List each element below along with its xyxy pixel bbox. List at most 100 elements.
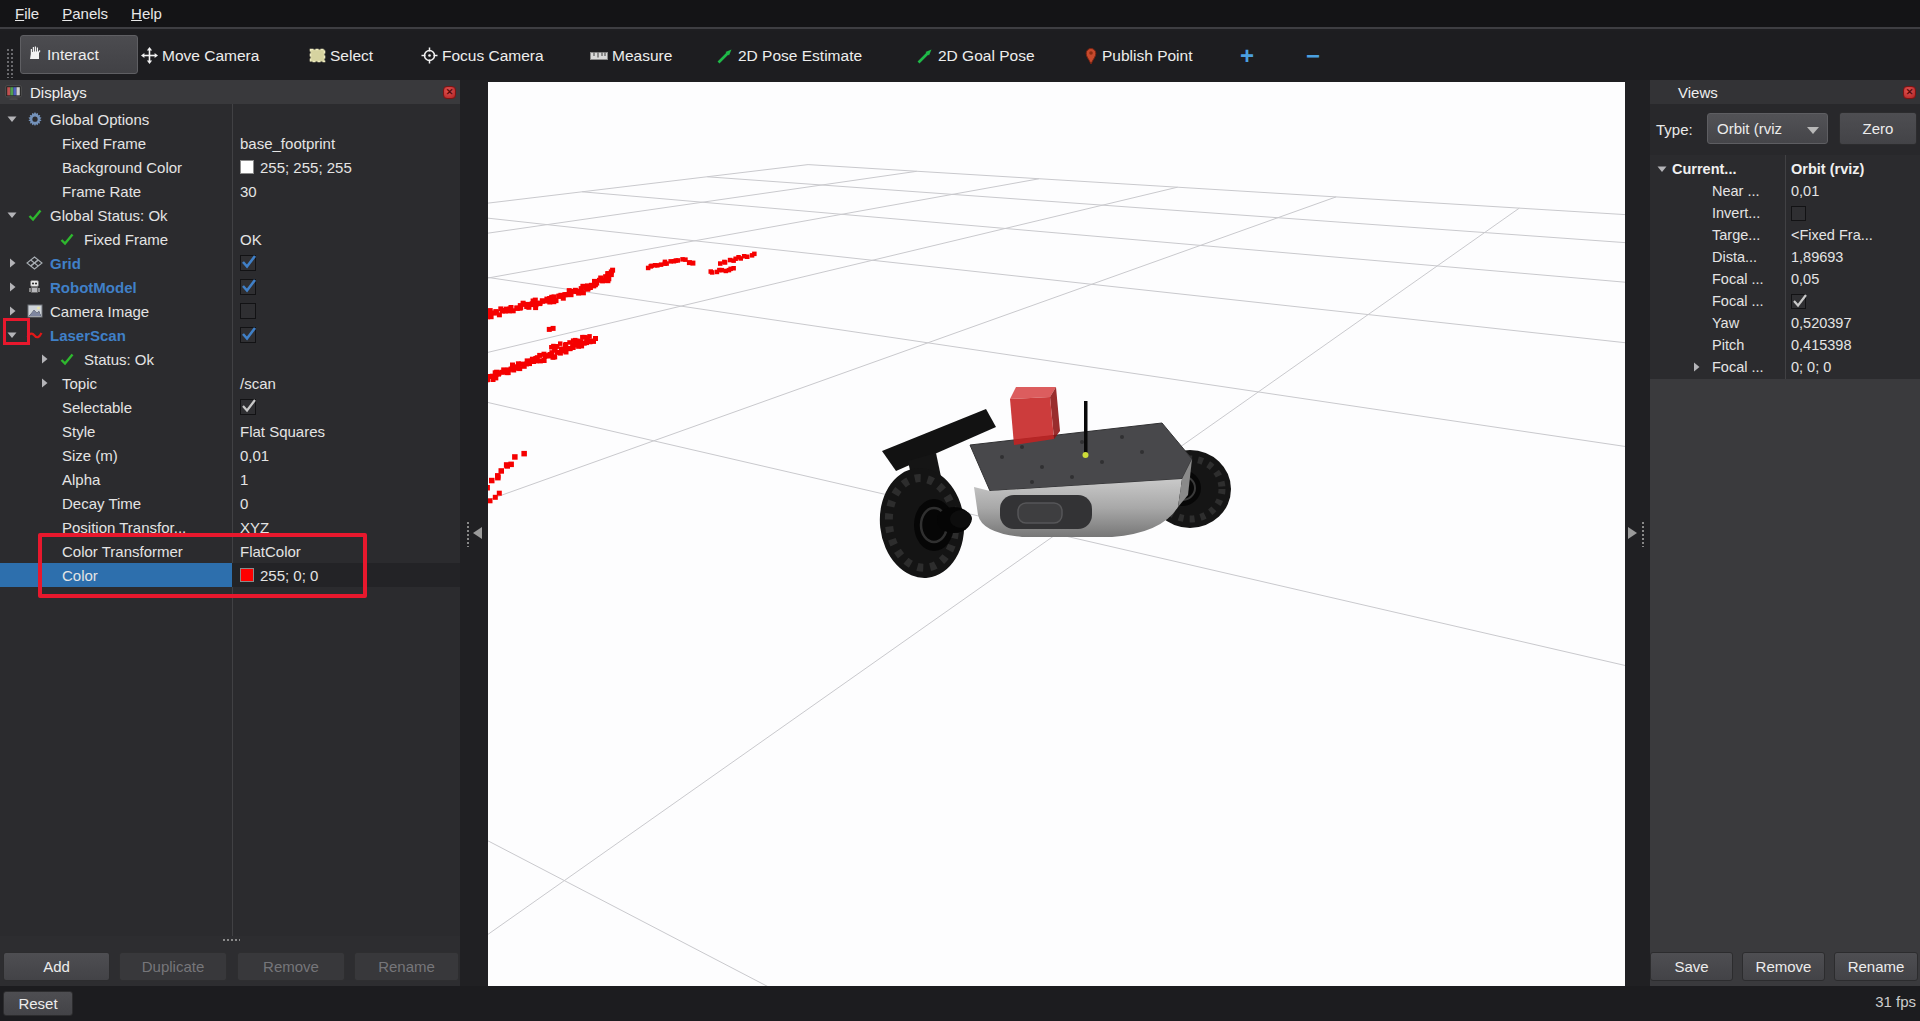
remove-view-button[interactable]: Remove: [1742, 952, 1825, 981]
property-value[interactable]: 0: [240, 495, 248, 512]
displays-resize-handle[interactable]: [222, 938, 240, 943]
display-row-fixed-frame[interactable]: Fixed FrameOK: [0, 227, 460, 251]
reset-button[interactable]: Reset: [3, 991, 73, 1016]
display-row-global-status-ok[interactable]: Global Status: Ok: [0, 203, 460, 227]
display-row-laserscan[interactable]: LaserScan: [0, 323, 460, 347]
collapse-arrow-icon[interactable]: [4, 299, 20, 323]
expand-arrow-icon[interactable]: [4, 107, 20, 131]
views-panel-header[interactable]: Views ✕: [1650, 80, 1920, 104]
menu-panels[interactable]: Panels: [53, 0, 122, 27]
remove-display-button[interactable]: Remove: [237, 952, 345, 981]
display-row-background-color[interactable]: Background Color255; 255; 255: [0, 155, 460, 179]
collapse-arrow-icon[interactable]: [36, 347, 52, 371]
display-row-topic[interactable]: Topic/scan: [0, 371, 460, 395]
display-row-global-options[interactable]: Global Options: [0, 107, 460, 131]
views-row-pitch[interactable]: Pitch0,415398: [1650, 334, 1920, 356]
property-value[interactable]: /scan: [240, 375, 276, 392]
expand-arrow-icon[interactable]: [4, 323, 20, 347]
views-row-invert-[interactable]: Invert...: [1650, 202, 1920, 224]
views-close-icon[interactable]: ✕: [1903, 86, 1916, 99]
views-row-focal-[interactable]: Focal ...0,05: [1650, 268, 1920, 290]
property-value[interactable]: 255; 255; 255: [260, 159, 352, 176]
tool-focus-camera[interactable]: Focus Camera: [421, 31, 544, 80]
property-value[interactable]: Orbit (rviz): [1791, 161, 1864, 177]
display-row-alpha[interactable]: Alpha1: [0, 467, 460, 491]
collapse-arrow-icon[interactable]: [36, 371, 52, 395]
displays-panel-header[interactable]: Displays ✕: [0, 80, 460, 104]
checkbox-checked[interactable]: [240, 255, 256, 271]
checkbox-checked[interactable]: [240, 279, 256, 295]
property-value[interactable]: 30: [240, 183, 257, 200]
menu-help[interactable]: Help: [122, 0, 176, 27]
views-row-near-[interactable]: Near ...0,01: [1650, 180, 1920, 202]
display-row-fixed-frame[interactable]: Fixed Framebase_footprint: [0, 131, 460, 155]
toolbar-drag-handle[interactable]: [6, 48, 14, 78]
color-swatch[interactable]: [240, 568, 254, 582]
display-row-grid[interactable]: Grid: [0, 251, 460, 275]
checkbox-unchecked[interactable]: [1791, 206, 1806, 221]
collapse-arrow-icon[interactable]: [4, 251, 20, 275]
add-tool-button[interactable]: +: [1240, 31, 1254, 80]
property-value[interactable]: 0,05: [1791, 271, 1819, 287]
property-value[interactable]: 1: [240, 471, 248, 488]
display-row-decay-time[interactable]: Decay Time0: [0, 491, 460, 515]
add-display-button[interactable]: Add: [3, 952, 110, 981]
views-row-focal-[interactable]: Focal ...: [1650, 290, 1920, 312]
display-row-status-ok[interactable]: Status: Ok: [0, 347, 460, 371]
rename-view-button[interactable]: Rename: [1834, 952, 1918, 981]
zero-button[interactable]: Zero: [1839, 112, 1917, 145]
property-value[interactable]: 0,415398: [1791, 337, 1851, 353]
property-value[interactable]: base_footprint: [240, 135, 335, 152]
collapse-arrow-icon[interactable]: [1688, 355, 1704, 379]
display-row-selectable[interactable]: Selectable: [0, 395, 460, 419]
property-value[interactable]: Flat Squares: [240, 423, 325, 440]
views-row-targe-[interactable]: Targe...<Fixed Fra...: [1650, 224, 1920, 246]
display-row-position-transfor-[interactable]: Position Transfor...XYZ: [0, 515, 460, 539]
expand-arrow-icon[interactable]: [4, 203, 20, 227]
save-view-button[interactable]: Save: [1650, 952, 1733, 981]
remove-tool-button[interactable]: −: [1306, 31, 1320, 80]
menu-file[interactable]: File: [6, 0, 53, 27]
property-value[interactable]: 1,89693: [1791, 249, 1843, 265]
checkbox-unchecked[interactable]: [240, 303, 256, 319]
property-value[interactable]: 0,01: [1791, 183, 1819, 199]
checkbox-checked[interactable]: [1791, 294, 1806, 309]
tool-interact[interactable]: Interact: [20, 35, 138, 74]
display-row-camera-image[interactable]: Camera Image: [0, 299, 460, 323]
views-row-dista-[interactable]: Dista...1,89693: [1650, 246, 1920, 268]
property-value[interactable]: 0; 0; 0: [1791, 359, 1831, 375]
tool-move-camera[interactable]: Move Camera: [141, 31, 259, 80]
collapse-right-icon[interactable]: [1628, 527, 1637, 539]
tool-publish-point[interactable]: Publish Point: [1084, 31, 1192, 80]
views-row-focal-[interactable]: Focal ...0; 0; 0: [1650, 356, 1920, 378]
displays-close-icon[interactable]: ✕: [443, 86, 456, 99]
views-type-dropdown[interactable]: Orbit (rviz: [1707, 113, 1828, 144]
property-value[interactable]: <Fixed Fra...: [1791, 227, 1873, 243]
property-value[interactable]: FlatColor: [240, 543, 301, 560]
color-swatch[interactable]: [240, 160, 254, 174]
duplicate-display-button[interactable]: Duplicate: [119, 952, 227, 981]
display-row-style[interactable]: StyleFlat Squares: [0, 419, 460, 443]
property-value[interactable]: 0,520397: [1791, 315, 1851, 331]
right-panel-splitter[interactable]: [1625, 80, 1650, 986]
tool-2d-pose-estimate[interactable]: 2D Pose Estimate: [716, 31, 862, 80]
collapse-arrow-icon[interactable]: [4, 275, 20, 299]
property-value[interactable]: XYZ: [240, 519, 269, 536]
3d-viewport[interactable]: [488, 82, 1625, 986]
property-value[interactable]: 0,01: [240, 447, 269, 464]
tool-2d-goal-pose[interactable]: 2D Goal Pose: [916, 31, 1035, 80]
expand-arrow-icon[interactable]: [1654, 157, 1670, 181]
display-row-color-transformer[interactable]: Color TransformerFlatColor: [0, 539, 460, 563]
rename-display-button[interactable]: Rename: [354, 952, 459, 981]
collapse-left-icon[interactable]: [473, 527, 482, 539]
tool-measure[interactable]: Measure: [590, 31, 672, 80]
tool-select[interactable]: Select: [309, 31, 373, 80]
views-row-yaw[interactable]: Yaw0,520397: [1650, 312, 1920, 334]
display-row-robotmodel[interactable]: RobotModel: [0, 275, 460, 299]
property-value[interactable]: 255; 0; 0: [260, 567, 318, 584]
checkbox-checked[interactable]: [240, 327, 256, 343]
left-panel-splitter[interactable]: [460, 80, 488, 986]
views-row-current-[interactable]: Current...Orbit (rviz): [1650, 158, 1920, 180]
display-row-color[interactable]: Color255; 0; 0: [0, 563, 460, 587]
checkbox-checked[interactable]: [240, 399, 256, 415]
